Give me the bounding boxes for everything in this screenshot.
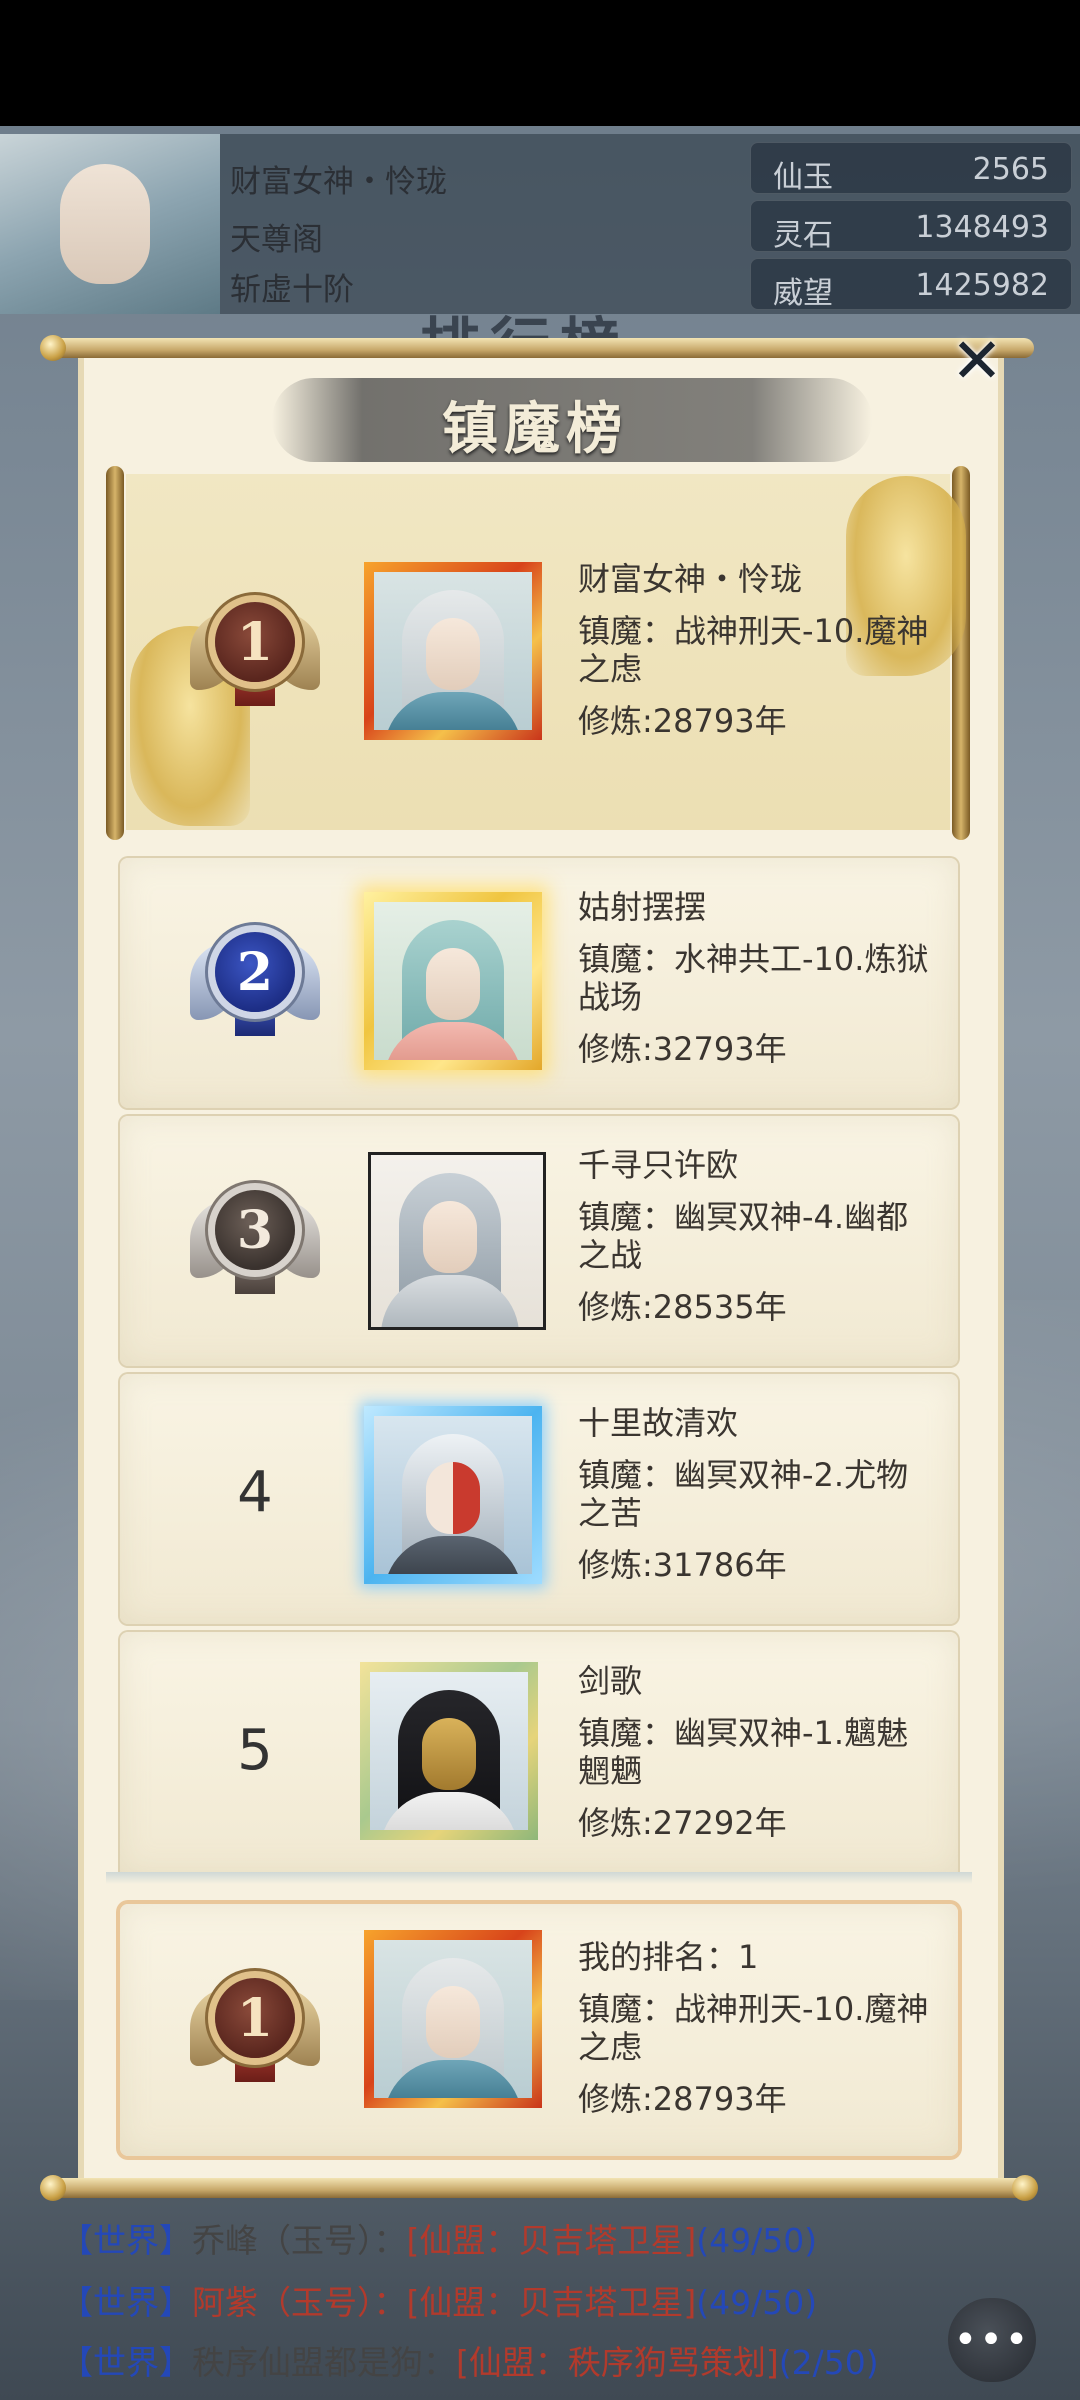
rank-1-portrait [374,572,532,730]
chat-count: (49/50) [696,2221,818,2260]
portrait-face [426,948,480,1020]
chat-sender: 阿紫（玉号）： [192,2283,407,2322]
portrait-face [426,618,480,690]
portrait-face [423,1201,477,1273]
rank-2-badge: 2 [190,920,320,1040]
resource-value: 1348493 [915,210,1049,245]
chat-message[interactable]: 【世界】秩序仙盟都是狗：[仙盟：秩序狗骂策划](2/50) [60,2336,879,2384]
rank-3-avatar-frame[interactable] [368,1152,546,1330]
my-avatar-frame[interactable] [364,1930,542,2108]
chat-sender: 秩序仙盟都是狗： [192,2343,456,2382]
rank-4-number: 4 [237,1460,273,1525]
rank-5-avatar-frame[interactable] [360,1662,538,1840]
resource-value: 1425982 [915,268,1049,303]
rank-3-name: 千寻只许欧 [578,1146,739,1184]
player-sect: 天尊阁 [230,222,323,258]
player-realm: 斩虚十阶 [230,272,354,308]
chat-count: (49/50) [696,2283,818,2322]
player-avatar[interactable] [0,134,220,314]
resource-name: 威望 [773,276,833,311]
resource-name: 灵石 [773,218,833,253]
resource-prestige: 威望 1425982 [750,258,1072,311]
rank-2-cultivation: 修炼:32793年 [578,1030,787,1068]
rank-4-portrait [374,1416,532,1574]
rank-1-name: 财富女神・怜珑 [578,560,803,598]
avatar-face [60,164,150,284]
portrait-gold-mask [422,1718,476,1790]
resource-name: 仙玉 [773,160,833,195]
my-rank-badge: 1 [190,1966,320,2086]
chat-alliance: [仙盟：贝吉塔卫星] [406,2221,697,2260]
rod-knob [1012,2175,1038,2201]
rank-3-cultivation: 修炼:28535年 [578,1288,787,1326]
chat-alliance: [仙盟：秩序狗骂策划] [456,2343,779,2382]
rank-2-stage: 镇魔：水神共工-10.炼狱战场 [578,940,929,1016]
close-icon[interactable]: ✕ [946,330,1008,392]
rod-knob [40,2175,66,2201]
status-bar [0,0,1080,126]
rank-4-avatar-frame[interactable] [364,1406,542,1584]
player-name: 财富女神・怜珑 [230,164,447,200]
badge-number: 1 [215,1978,295,2058]
my-rank-label: 我的排名：1 [578,1938,759,1976]
dialog-title: 镇魔榜 [442,396,628,462]
top-scroll-rod [48,338,1034,358]
rank-3-portrait [371,1155,543,1327]
rank-5-name: 剑歌 [578,1662,643,1700]
chat-channel: 【世界】 [60,2283,192,2322]
rank-3-badge: 3 [190,1178,320,1298]
rank-2-portrait [374,902,532,1060]
chat-alliance: [仙盟：贝吉塔卫星] [406,2283,697,2322]
rank-4-cultivation: 修炼:31786年 [578,1546,787,1584]
portrait-mask [426,1462,480,1534]
scroll-roller-left [106,466,124,840]
rank-2-avatar-frame[interactable] [364,892,542,1070]
resource-jade: 仙玉 2565 [750,142,1072,195]
rod-knob [40,335,66,361]
my-rank-cultivation: 修炼:28793年 [578,2080,787,2118]
rank-4-name: 十里故清欢 [578,1404,739,1442]
resource-spirit-stone: 灵石 1348493 [750,200,1072,253]
badge-number: 3 [215,1190,295,1270]
my-portrait [374,1940,532,2098]
rank-5-cultivation: 修炼:27292年 [578,1804,787,1842]
rank-1-badge: 1 [190,590,320,710]
rank-1-avatar-frame[interactable] [364,562,542,740]
rank-3-stage: 镇魔：幽冥双神-4.幽都之战 [578,1198,909,1274]
rank-5-portrait [370,1672,528,1830]
chat-channel: 【世界】 [60,2221,192,2260]
rank-1-stage: 镇魔：战神刑天-10.魔神之虑 [578,612,929,688]
portrait-face [426,1986,480,2058]
chat-sender: 乔峰（玉号）： [192,2221,407,2260]
chat-count: (2/50) [778,2343,879,2382]
list-bottom-edge [106,1872,972,1884]
bottom-scroll-rod [48,2178,1034,2198]
my-rank-stage: 镇魔：战神刑天-10.魔神之虑 [578,1990,929,2066]
chat-message[interactable]: 【世界】阿紫（玉号）：[仙盟：贝吉塔卫星](49/50) [60,2276,817,2324]
chat-message[interactable]: 【世界】乔峰（玉号）：[仙盟：贝吉塔卫星](49/50) [60,2214,817,2262]
chat-bubble-icon[interactable]: ••• [948,2298,1036,2382]
rank-5-stage: 镇魔：幽冥双神-1.魑魅魍魉 [578,1714,909,1790]
rank-5-number: 5 [237,1718,273,1783]
resource-value: 2565 [972,152,1049,187]
chat-channel: 【世界】 [60,2343,192,2382]
rank-2-name: 姑射摆摆 [578,888,707,926]
badge-number: 2 [215,932,295,1012]
badge-number: 1 [215,602,295,682]
rank-4-stage: 镇魔：幽冥双神-2.尤物之苦 [578,1456,909,1532]
rank-1-cultivation: 修炼:28793年 [578,702,787,740]
